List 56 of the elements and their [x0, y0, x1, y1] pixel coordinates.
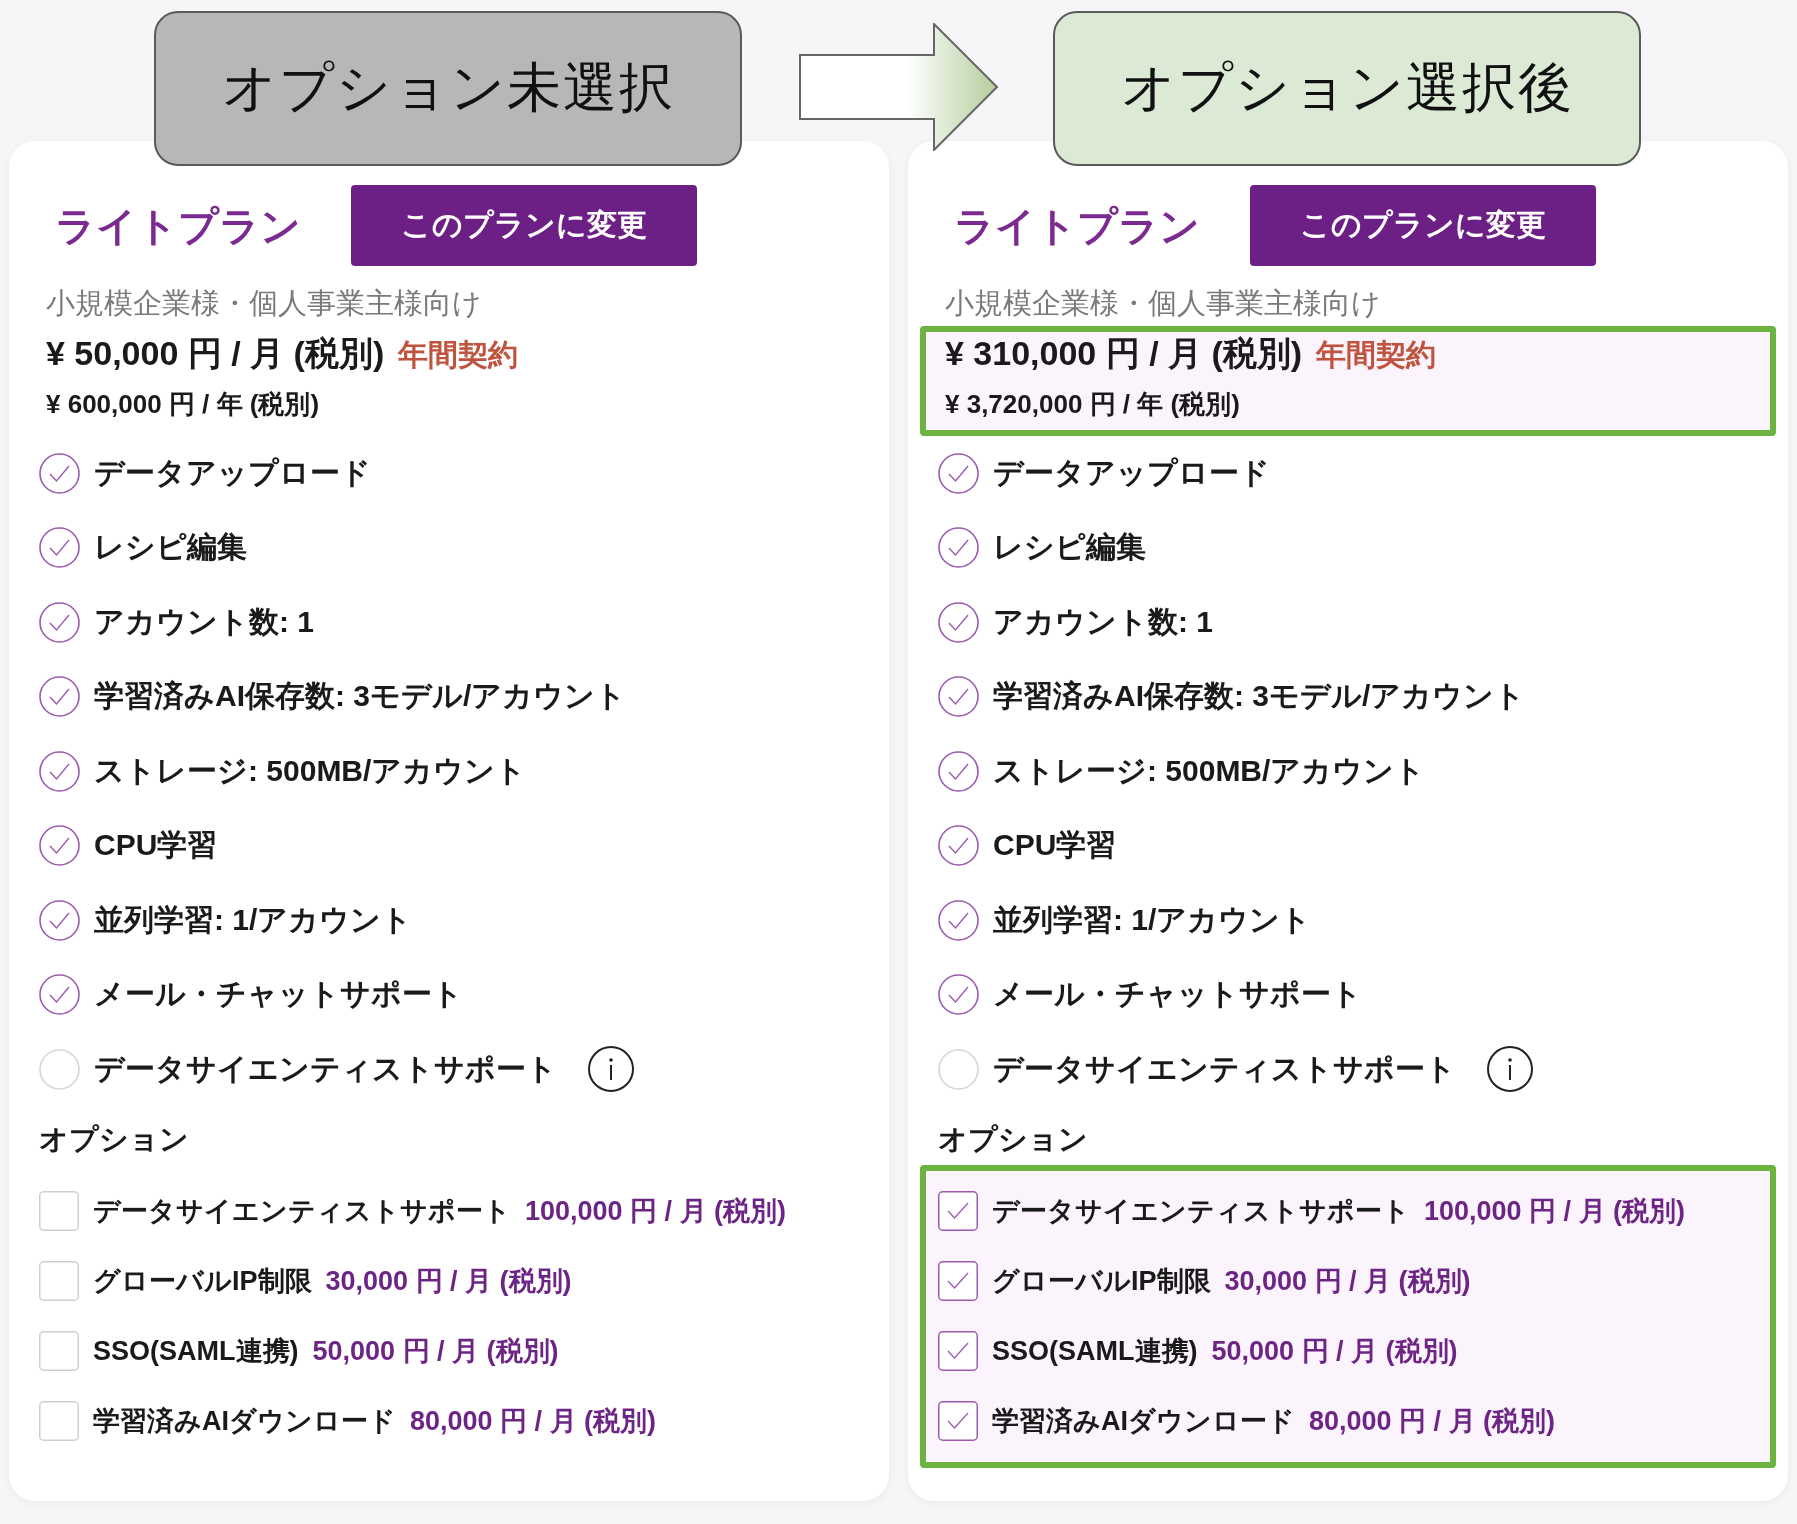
feature-label: レシピ編集 — [94, 529, 247, 566]
monthly-price: ¥ 50,000 円 / 月 (税別) — [46, 334, 385, 372]
plan-title: ライトプラン — [55, 205, 301, 246]
feature-label: メール・チャットサポート — [993, 976, 1362, 1013]
feature-label: ストレージ: 500MB/アカウント — [94, 752, 527, 789]
checkbox[interactable] — [938, 1330, 978, 1371]
option-label: 学習済みAIダウンロード — [93, 1404, 396, 1438]
feature-label: データアップロード — [94, 454, 371, 491]
option-label: SSO(SAML連携) — [992, 1334, 1198, 1368]
feature-label: データサイエンティストサポート — [993, 1050, 1456, 1087]
feature-label: アカウント数: 1 — [94, 603, 314, 640]
feature-label: データアップロード — [993, 454, 1270, 491]
state-caption: オプション選択後 — [1053, 11, 1641, 166]
option-price: 80,000 円 / 月 (税別) — [1309, 1404, 1556, 1438]
feature-label: 並列学習: 1/アカウント — [993, 901, 1312, 938]
feature-label: レシピ編集 — [993, 529, 1146, 566]
option-price: 30,000 円 / 月 (税別) — [1224, 1264, 1471, 1298]
feature-label: 並列学習: 1/アカウント — [94, 901, 413, 938]
option-label: データサイエンティストサポート — [992, 1194, 1410, 1228]
feature-label: ストレージ: 500MB/アカウント — [993, 752, 1426, 789]
option-label: 学習済みAIダウンロード — [992, 1404, 1295, 1438]
feature-label: アカウント数: 1 — [993, 603, 1213, 640]
checkbox[interactable] — [938, 1190, 978, 1231]
yearly-price: ¥ 600,000 円 / 年 (税別) — [46, 389, 320, 419]
checkbox[interactable] — [938, 1260, 978, 1301]
feature-label: CPU学習 — [993, 827, 1117, 864]
options-heading: オプション — [39, 1121, 190, 1157]
option-price: 30,000 円 / 月 (税別) — [325, 1264, 572, 1298]
option-price: 50,000 円 / 月 (税別) — [1211, 1334, 1458, 1368]
option-label: グローバルIP制限 — [93, 1264, 312, 1298]
checkbox[interactable] — [938, 1400, 978, 1441]
feature-label: 学習済みAI保存数: 3モデル/アカウント — [94, 678, 627, 715]
state-caption: オプション未選択 — [154, 11, 742, 166]
option-price: 100,000 円 / 月 (税別) — [1424, 1194, 1686, 1228]
change-plan-button[interactable]: このプランに変更 — [1250, 185, 1596, 266]
info-icon[interactable] — [588, 1046, 634, 1093]
audience-text: 小規模企業様・個人事業主様向け — [45, 286, 483, 321]
contract-term: 年間契約 — [1316, 338, 1437, 371]
option-price: 50,000 円 / 月 (税別) — [312, 1334, 559, 1368]
options-heading: オプション — [938, 1121, 1089, 1157]
feature-label: CPU学習 — [94, 827, 218, 864]
option-label: グローバルIP制限 — [992, 1264, 1211, 1298]
option-price: 100,000 円 / 月 (税別) — [525, 1194, 787, 1228]
change-plan-button[interactable]: このプランに変更 — [351, 185, 697, 266]
option-price: 80,000 円 / 月 (税別) — [410, 1404, 657, 1438]
feature-label: データサイエンティストサポート — [94, 1050, 557, 1087]
feature-label: 学習済みAI保存数: 3モデル/アカウント — [993, 678, 1526, 715]
option-label: データサイエンティストサポート — [93, 1194, 511, 1228]
yearly-price: ¥ 3,720,000 円 / 年 (税別) — [945, 389, 1240, 419]
audience-text: 小規模企業様・個人事業主様向け — [944, 286, 1382, 321]
contract-term: 年間契約 — [398, 338, 519, 371]
info-icon[interactable] — [1487, 1046, 1533, 1093]
plan-title: ライトプラン — [954, 205, 1200, 246]
feature-label: メール・チャットサポート — [94, 976, 463, 1013]
option-label: SSO(SAML連携) — [93, 1334, 299, 1368]
monthly-price: ¥ 310,000 円 / 月 (税別) — [945, 334, 1303, 372]
